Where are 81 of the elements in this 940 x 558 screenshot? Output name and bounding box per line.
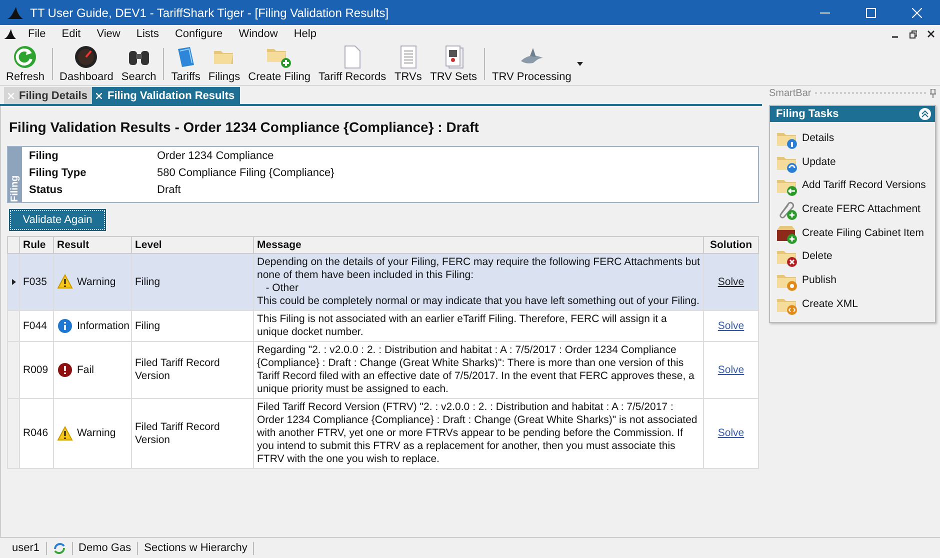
toolbar-button[interactable]: Search: [117, 43, 160, 85]
app-logo-icon: [6, 6, 24, 20]
menu-item[interactable]: Edit: [54, 28, 89, 40]
smartbar-title: SmartBar: [769, 88, 812, 98]
field-label: Filing: [29, 150, 60, 162]
menu-item[interactable]: File: [20, 28, 54, 40]
task-item[interactable]: Publish: [775, 268, 935, 292]
column-header[interactable]: Level: [132, 236, 254, 254]
restore-icon[interactable]: [909, 30, 917, 38]
document-tab[interactable]: Filing Details: [4, 87, 92, 104]
column-header[interactable]: Solution: [704, 236, 758, 254]
task-item[interactable]: Create FERC Attachment: [775, 197, 935, 221]
field-value: 580 Compliance Filing {Compliance}: [157, 167, 334, 179]
toolbar-button[interactable]: TRVs: [390, 43, 426, 85]
table-cell: Filed Tariff Record Version: [132, 342, 254, 398]
task-item[interactable]: Add Tariff Record Versions: [775, 173, 935, 198]
page-heading: Filing Validation Results - Order 1234 Compliance {Compliance} : Draft: [8, 118, 480, 137]
solve-link[interactable]: Solve: [718, 276, 744, 288]
table-cell: Depending on the details of your Filing, FERC may require the following FERC Attachments but none of them have been included in this Filing: - Other This could be completely normal or may indicate that you have left something out of your Filing.: [254, 254, 704, 310]
user-name: user1: [6, 542, 47, 554]
validate-again-button[interactable]: Validate Again: [10, 210, 105, 230]
table-cell: F035: [20, 254, 54, 310]
warning-icon: [57, 274, 73, 290]
shark-fin-icon: [4, 29, 16, 39]
document-tab[interactable]: Filing Validation Results: [92, 87, 240, 104]
toolbar-button[interactable]: Create Filing: [244, 43, 315, 85]
dropdown-arrow-icon[interactable]: [577, 62, 584, 66]
collapse-icon[interactable]: [919, 108, 931, 120]
sync-icon: [52, 542, 66, 554]
table-cell: Warning: [77, 276, 116, 288]
table-cell: F044: [20, 310, 54, 342]
table-cell: Filing: [132, 310, 254, 342]
layout-name: Sections w Hierarchy: [138, 542, 254, 554]
task-panel-header[interactable]: Filing Tasks: [770, 106, 935, 122]
solve-link[interactable]: Solve: [718, 364, 744, 376]
task-item[interactable]: Update: [775, 150, 935, 174]
error-icon: [57, 362, 73, 378]
column-header[interactable]: Result: [54, 236, 132, 254]
task-item[interactable]: Create Filing Cabinet Item: [775, 220, 935, 244]
solve-link[interactable]: Solve: [718, 427, 744, 439]
warning-icon: [57, 426, 73, 442]
pin-icon[interactable]: [930, 88, 936, 98]
panel-title: Filing Tasks: [776, 108, 839, 120]
field-value: Draft: [157, 184, 182, 196]
toolbar-button[interactable]: Tariff Records: [314, 43, 390, 85]
info-icon: [57, 318, 73, 334]
menu-item[interactable]: Configure: [166, 28, 231, 40]
field-label: Status: [29, 184, 64, 196]
task-item[interactable]: Create XML: [775, 292, 935, 316]
toolbar-button[interactable]: TRV Processing: [488, 43, 576, 85]
table-cell: R009: [20, 342, 54, 398]
maximize-icon[interactable]: [866, 8, 876, 18]
toolbar-button[interactable]: Refresh: [2, 43, 49, 85]
menu-item[interactable]: Help: [286, 28, 324, 40]
menu-item[interactable]: Lists: [128, 28, 167, 40]
table-cell: R046: [20, 398, 54, 468]
toolbar-button[interactable]: TRV Sets: [426, 43, 482, 85]
table-cell: This Filing is not associated with an earlier eTariff Filing. Therefore, FERC will assign it a unique docket number.: [254, 310, 704, 342]
task-item[interactable]: Details: [775, 126, 935, 150]
menu-item[interactable]: Window: [230, 28, 286, 40]
table-cell: Warning: [77, 427, 116, 440]
table-cell: Filing: [132, 254, 254, 310]
solve-link[interactable]: Solve: [718, 320, 744, 332]
database-name: Demo Gas: [72, 542, 138, 554]
table-cell: Regarding "2. : v2.0.0 : 2. : Distribution and habitat : A : 7/5/2017 : Order 1234 Compliance {Compliance} : Draft : Change (Great White Sharks)": There is more than one version of this Tariff Record filed with an effective date of 7/5/2017. In the event that FERC approves these, a unique priority must be assigned to each.: [254, 342, 704, 398]
field-value: Order 1234 Compliance: [157, 150, 275, 162]
task-item[interactable]: Delete: [775, 244, 935, 268]
window-title: TT User Guide, DEV1 - TariffShark Tiger - [Filing Validation Results]: [29, 6, 390, 20]
toolbar-button[interactable]: Tariffs: [167, 43, 204, 85]
menu-item[interactable]: View: [88, 28, 128, 40]
close-icon[interactable]: [927, 30, 935, 38]
toolbar-button[interactable]: Filings: [204, 43, 244, 85]
field-label: Filing Type: [29, 167, 88, 179]
table-cell: Fail: [77, 364, 94, 376]
row-pointer-icon: [12, 279, 16, 285]
table-cell: Filed Tariff Record Version (FTRV) "2. : v2.0.0 : 2. : Distribution and habitat : A : 7/5/2017 : Order 1234 Compliance {Compliance} : Draft : Change (Great White Sharks)" is not associated with another FTRV, yet one or more FTRVs appear to be pending before the Commission. If you intend to submit this FTRV as a replacement for another, then you must associate this FTRV with the one you wish to replace.: [254, 398, 704, 468]
column-header[interactable]: Message: [254, 236, 704, 254]
column-header[interactable]: Rule: [20, 236, 54, 254]
table-cell: Filed Tariff Record Version: [132, 398, 254, 468]
toolbar-button[interactable]: Dashboard: [56, 43, 118, 85]
table-cell: Information: [77, 320, 130, 332]
